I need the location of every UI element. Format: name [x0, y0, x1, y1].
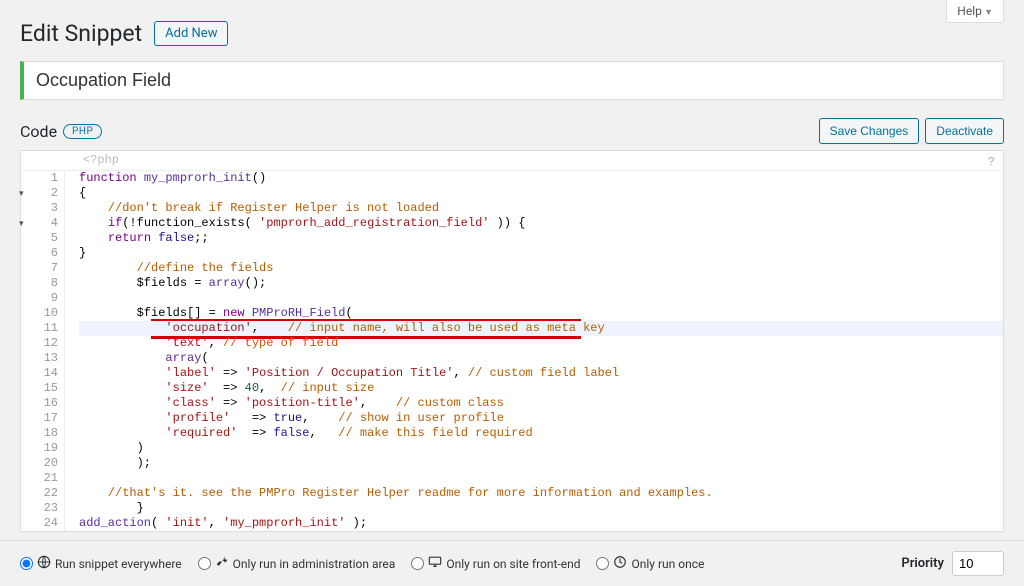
code-line[interactable]: } — [79, 501, 1003, 516]
code-line[interactable] — [79, 471, 1003, 486]
page-title: Edit Snippet Add New — [20, 20, 1004, 47]
globe-icon — [37, 555, 51, 572]
code-line[interactable]: 'required' => false, // make this field … — [79, 426, 1003, 441]
help-label: Help — [957, 4, 982, 18]
code-line[interactable]: if(!function_exists( 'pmprorh_add_regist… — [79, 216, 1003, 231]
code-line[interactable]: 'class' => 'position-title', // custom c… — [79, 396, 1003, 411]
code-line[interactable]: $fields[] = new PMProRH_Field( — [79, 306, 1003, 321]
code-line[interactable]: 'size' => 40, // input size — [79, 381, 1003, 396]
run-scope-radio-once[interactable] — [596, 557, 609, 570]
code-line[interactable]: //define the fields — [79, 261, 1003, 276]
code-line[interactable]: $fields = array(); — [79, 276, 1003, 291]
deactivate-button[interactable]: Deactivate — [925, 118, 1004, 144]
priority-label: Priority — [901, 556, 944, 571]
run-scope-label: Only run on site front-end — [446, 557, 580, 571]
run-scope-radio-everywhere[interactable] — [20, 557, 33, 570]
code-line[interactable]: 'occupation', // input name, will also b… — [79, 321, 1003, 336]
code-content[interactable]: function my_pmprorh_init(){ //don't brea… — [65, 171, 1003, 531]
code-line[interactable]: add_action( 'init', 'my_pmprorh_init' ); — [79, 516, 1003, 531]
code-header: Code PHP Save Changes Deactivate — [20, 118, 1004, 144]
code-line[interactable]: //don't break if Register Helper is not … — [79, 201, 1003, 216]
priority-input[interactable] — [952, 551, 1004, 576]
run-scope-once[interactable]: Only run once — [596, 555, 704, 572]
clock-icon — [613, 555, 627, 572]
code-line[interactable]: return false;; — [79, 231, 1003, 246]
code-line[interactable]: 'text', // type of field — [79, 336, 1003, 351]
run-scope-frontend[interactable]: Only run on site front-end — [411, 555, 580, 572]
run-scope-radio-frontend[interactable] — [411, 557, 424, 570]
monitor-icon — [428, 555, 442, 572]
run-scope-label: Run snippet everywhere — [55, 557, 182, 571]
run-scope-options: Run snippet everywhere Only run in admini… — [20, 555, 704, 572]
snippet-name-input[interactable] — [20, 61, 1004, 100]
code-line[interactable]: //that's it. see the PMPro Register Help… — [79, 486, 1003, 501]
code-line[interactable]: 'label' => 'Position / Occupation Title'… — [79, 366, 1003, 381]
php-open-tag: <?php — [21, 151, 1003, 171]
code-line[interactable]: 'profile' => true, // show in user profi… — [79, 411, 1003, 426]
code-line[interactable]: array( — [79, 351, 1003, 366]
code-line[interactable]: ); — [79, 456, 1003, 471]
code-line[interactable]: { — [79, 186, 1003, 201]
code-section-label: Code — [20, 122, 57, 141]
run-scope-label: Only run once — [631, 557, 704, 571]
add-new-button[interactable]: Add New — [154, 21, 228, 46]
code-line[interactable]: } — [79, 246, 1003, 261]
language-pill: PHP — [63, 124, 102, 139]
editor-help-icon[interactable]: ? — [988, 155, 995, 170]
code-line[interactable] — [79, 291, 1003, 306]
save-changes-button[interactable]: Save Changes — [819, 118, 920, 144]
help-tab[interactable]: Help — [946, 0, 1004, 23]
wrench-icon — [215, 555, 229, 572]
run-scope-bar: Run snippet everywhere Only run in admini… — [0, 540, 1024, 586]
code-editor[interactable]: ? <?php 12▾34▾56789101112131415161718192… — [20, 150, 1004, 532]
run-scope-label: Only run in administration area — [233, 557, 396, 571]
code-line[interactable]: function my_pmprorh_init() — [79, 171, 1003, 186]
run-scope-radio-admin[interactable] — [198, 557, 211, 570]
page-title-text: Edit Snippet — [20, 20, 142, 47]
run-scope-everywhere[interactable]: Run snippet everywhere — [20, 555, 182, 572]
code-line[interactable]: ) — [79, 441, 1003, 456]
run-scope-admin[interactable]: Only run in administration area — [198, 555, 396, 572]
line-number-gutter: 12▾34▾5678910111213141516171819202122232… — [21, 171, 65, 531]
